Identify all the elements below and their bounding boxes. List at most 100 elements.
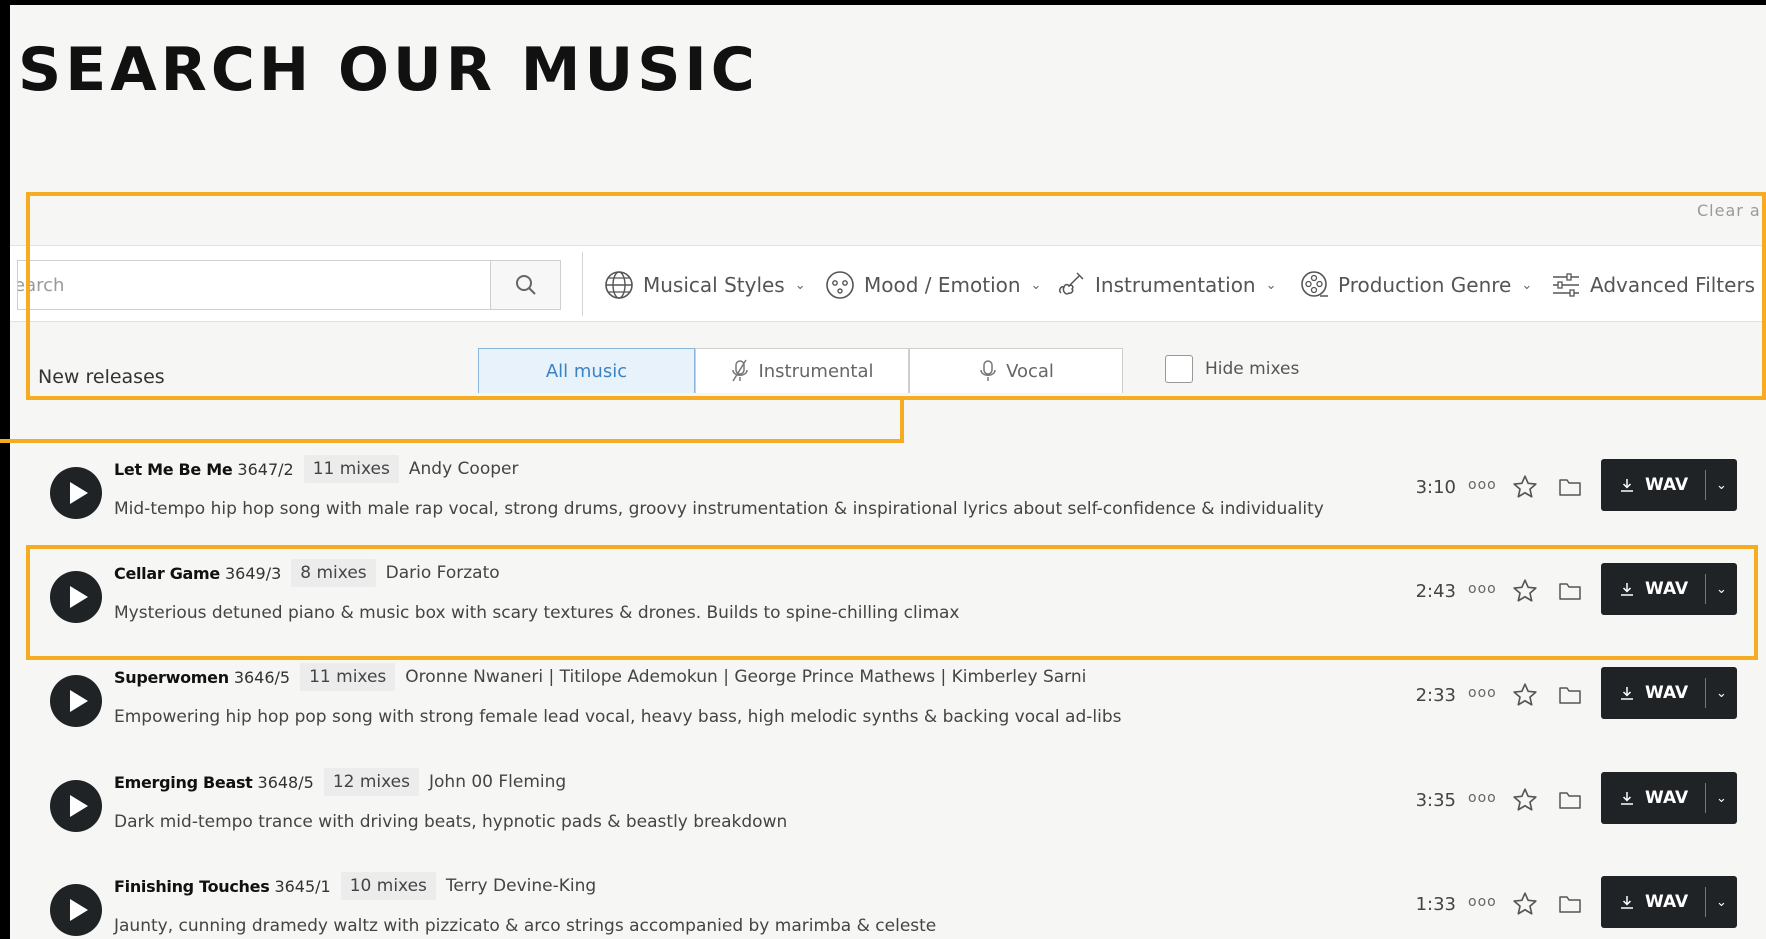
download-icon [1621,687,1633,700]
filter-instrumentation[interactable]: Instrumentation ⌄ [1055,268,1277,302]
violin-icon [1055,269,1087,301]
download-wav-button[interactable]: WAV ⌄ [1601,876,1737,928]
search-button[interactable] [490,261,560,309]
tab-label: All music [545,360,628,382]
folder-icon[interactable] [1558,476,1582,498]
search-icon [515,275,536,295]
play-button[interactable] [50,467,102,519]
track-artist[interactable]: Terry Devine-King [446,876,596,896]
download-icon [1621,792,1633,805]
download-wav-button[interactable]: WAV ⌄ [1601,563,1737,615]
folder-icon[interactable] [1558,789,1582,811]
track-title[interactable]: Finishing Touches [114,877,270,896]
mixes-badge[interactable]: 11 mixes [303,455,399,483]
star-icon[interactable] [1512,891,1538,917]
track-code: 3648/5 [257,772,314,792]
track-title[interactable]: Emerging Beast [114,773,253,792]
more-options-icon[interactable]: ooo [1468,685,1497,701]
play-button[interactable] [50,675,102,727]
play-button[interactable] [50,884,102,936]
filter-musical-styles[interactable]: Musical Styles ⌄ [603,268,806,302]
download-icon [1621,479,1633,492]
download-wav-button[interactable]: WAV ⌄ [1601,667,1737,719]
chevron-down-icon[interactable]: ⌄ [1706,582,1737,597]
download-label: WAV [1645,788,1689,808]
more-options-icon[interactable]: ooo [1468,790,1497,806]
track-code: 3646/5 [233,667,291,687]
mixes-badge[interactable]: 11 mixes [300,663,396,691]
film-reel-icon [1298,269,1330,301]
star-icon[interactable] [1512,787,1538,813]
filter-label: Instrumentation [1095,273,1256,297]
track-artist[interactable]: Oronne Nwaneri | Titilope Ademokun | Geo… [405,667,1086,687]
play-button[interactable] [50,571,102,623]
face-icon [824,269,856,301]
star-icon[interactable] [1512,474,1538,500]
chevron-down-icon[interactable]: ⌄ [1706,895,1737,910]
folder-icon[interactable] [1558,684,1582,706]
track-title[interactable]: Let Me Be Me [114,460,233,479]
play-icon [69,482,88,504]
filter-bar: Musical Styles ⌄ Mood / Emotion ⌄ Instru… [10,245,1766,322]
tab-vocal[interactable]: Vocal [909,348,1123,393]
chevron-down-icon: ⌄ [1030,277,1042,293]
search-input[interactable] [18,261,493,309]
clear-all-link[interactable]: Clear all [1697,201,1766,220]
filter-production-genre[interactable]: Production Genre ⌄ [1298,268,1532,302]
chevron-down-icon[interactable]: ⌄ [1706,478,1737,493]
more-options-icon[interactable]: ooo [1468,581,1497,597]
play-button[interactable] [50,780,102,832]
download-wav-button[interactable]: WAV ⌄ [1601,772,1737,824]
filter-mood-emotion[interactable]: Mood / Emotion ⌄ [824,268,1041,302]
download-icon [1621,896,1633,909]
new-releases-link[interactable]: New releases [38,366,165,388]
star-icon[interactable] [1512,682,1538,708]
track-artist[interactable]: Andy Cooper [409,459,519,479]
play-icon [69,795,88,817]
tab-all-music[interactable]: All music [478,348,695,393]
mic-off-icon [732,359,749,382]
folder-icon[interactable] [1558,893,1582,915]
filter-label: Production Genre [1338,273,1512,297]
track-code: 3647/2 [237,459,294,479]
track-duration: 3:35 [1415,790,1456,811]
track-title[interactable]: Cellar Game [114,564,220,583]
download-label: WAV [1645,475,1689,495]
download-wav-button[interactable]: WAV ⌄ [1601,459,1737,511]
track-description: Empowering hip hop pop song with strong … [114,707,1122,727]
track-artist[interactable]: John 00 Fleming [429,772,566,792]
chevron-down-icon[interactable]: ⌄ [1706,791,1737,806]
more-options-icon[interactable]: ooo [1468,894,1497,910]
tab-label: Vocal [1006,360,1054,382]
track-artist[interactable]: Dario Forzato [386,563,500,583]
mixes-badge[interactable]: 12 mixes [323,768,419,796]
play-icon [69,690,88,712]
download-label: WAV [1645,892,1689,912]
more-options-icon[interactable]: ooo [1468,477,1497,493]
track-description: Mysterious detuned piano & music box wit… [114,603,960,623]
filter-advanced[interactable]: Advanced Filters ⌄ [1550,268,1766,302]
chevron-down-icon[interactable]: ⌄ [1706,686,1737,701]
mixes-badge[interactable]: 10 mixes [340,872,436,900]
chevron-down-icon: ⌄ [1265,277,1277,293]
track-row: Finishing Touches 3645/1 10 mixes Terry … [10,866,1766,939]
download-icon [1621,583,1633,596]
track-title[interactable]: Superwomen [114,668,229,687]
track-duration: 2:33 [1415,685,1456,706]
play-icon [69,899,88,921]
mixes-badge[interactable]: 8 mixes [291,559,376,587]
folder-icon[interactable] [1558,580,1582,602]
page: SEARCH OUR MUSIC Clear all Musical Style… [10,5,1766,939]
chevron-down-icon: ⌄ [1521,277,1533,293]
filter-label: Advanced Filters [1590,273,1756,297]
hide-mixes-checkbox[interactable] [1165,355,1193,383]
track-description: Jaunty, cunning dramedy waltz with pizzi… [114,916,937,936]
track-duration: 2:43 [1415,581,1456,602]
star-icon[interactable] [1512,578,1538,604]
track-row: Let Me Be Me 3647/2 11 mixes Andy Cooper… [10,449,1766,549]
download-label: WAV [1645,683,1689,703]
filter-label: Mood / Emotion [864,273,1021,297]
track-description: Mid-tempo hip hop song with male rap voc… [114,499,1324,519]
hide-mixes-toggle[interactable]: Hide mixes [1165,355,1299,383]
tab-instrumental[interactable]: Instrumental [695,348,909,393]
